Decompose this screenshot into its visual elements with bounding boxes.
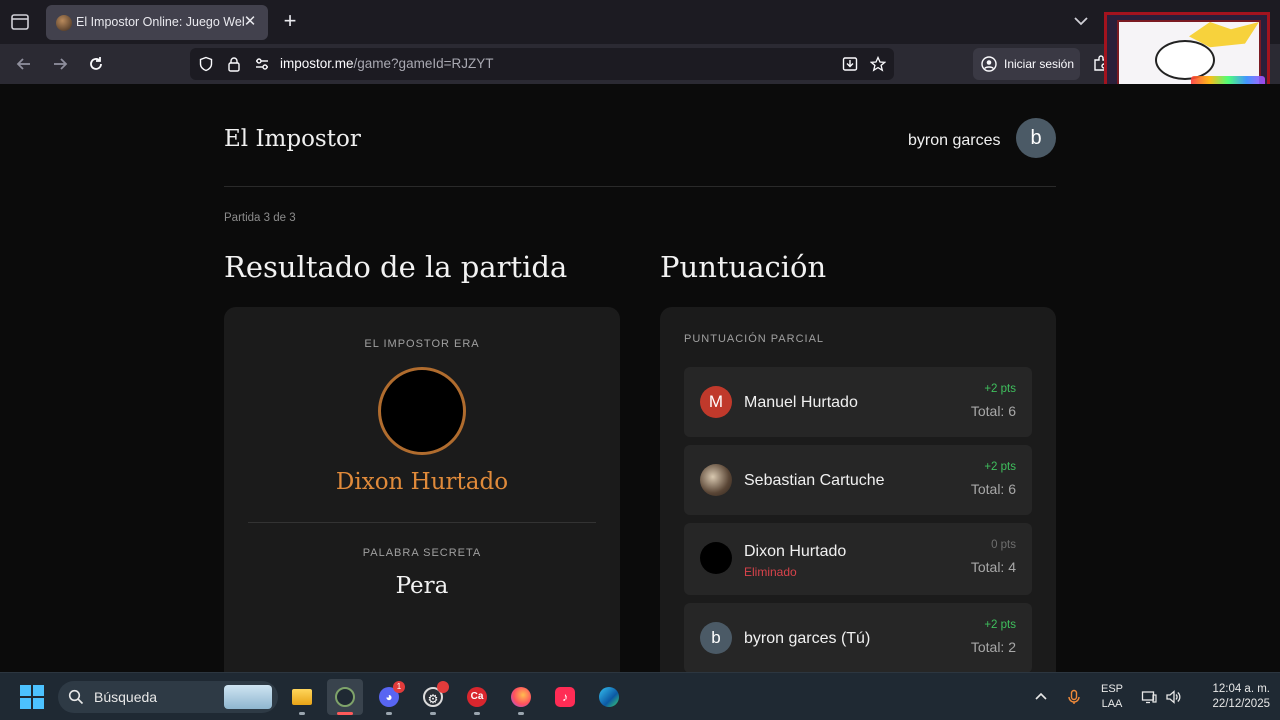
total-points: Total: 6 bbox=[970, 403, 1016, 419]
total-points: Total: 4 bbox=[970, 559, 1016, 575]
player-row: Dixon Hurtado Eliminado 0 pts Total: 4 bbox=[684, 523, 1032, 595]
input-language[interactable]: ESP LAA bbox=[1098, 682, 1126, 712]
site-title[interactable]: El Impostor bbox=[224, 126, 361, 152]
player-avatar-photo bbox=[700, 464, 732, 496]
score-heading: Puntuación bbox=[660, 250, 827, 284]
round-points: +2 pts bbox=[984, 383, 1016, 395]
search-icon bbox=[68, 689, 84, 705]
lang-layout: LAA bbox=[1101, 698, 1123, 710]
round-points: 0 pts bbox=[991, 539, 1016, 551]
reload-icon[interactable] bbox=[86, 54, 106, 74]
player-avatar: M bbox=[700, 386, 732, 418]
user-name: byron garces bbox=[908, 132, 1001, 149]
site-favicon-icon bbox=[56, 15, 72, 31]
install-app-icon[interactable] bbox=[842, 56, 858, 72]
player-row: Sebastian Cartuche +2 pts Total: 6 bbox=[684, 445, 1032, 515]
header-divider bbox=[224, 186, 1056, 187]
player-name: Sebastian Cartuche bbox=[744, 472, 885, 489]
back-arrow-icon[interactable] bbox=[14, 54, 34, 74]
steam-icon[interactable]: ⚙ bbox=[415, 679, 451, 715]
windows-taskbar: Búsqueda ◕ 1 ⚙ Ca ♪ ESP LAA 12:04 a. m. 22… bbox=[0, 672, 1280, 720]
url-domain: impostor.me bbox=[280, 56, 354, 71]
player-avatar-photo bbox=[700, 542, 732, 574]
lang-code: ESP bbox=[1100, 683, 1123, 695]
browser-app-icon[interactable] bbox=[327, 679, 363, 715]
account-icon bbox=[981, 56, 997, 72]
overlay-character-face bbox=[1155, 40, 1215, 80]
clock-date: 22/12/2025 bbox=[1212, 698, 1270, 710]
secret-word-label: PALABRA SECRETA bbox=[362, 547, 482, 559]
url-text: impostor.me/game?gameId=RJZYT bbox=[280, 56, 493, 71]
player-name: Dixon Hurtado bbox=[744, 543, 847, 560]
browser-tab-bar: El Impostor Online: Juego Web ✕ + bbox=[0, 0, 1280, 44]
result-card: EL IMPOSTOR ERA Dixon Hurtado PALABRA SE… bbox=[224, 307, 620, 672]
secret-word: Pera bbox=[395, 573, 449, 599]
new-tab-plus-icon[interactable]: + bbox=[279, 10, 301, 32]
result-divider bbox=[248, 522, 596, 523]
chevron-down-icon[interactable] bbox=[1072, 12, 1090, 30]
firefox-view-icon[interactable] bbox=[10, 12, 30, 32]
impostor-avatar bbox=[378, 367, 466, 455]
player-row: b byron garces (Tú) +2 pts Total: 2 bbox=[684, 603, 1032, 672]
search-highlight-image bbox=[224, 685, 272, 709]
partial-score-label: PUNTUACIÓN PARCIAL bbox=[684, 333, 825, 345]
windows-start-icon[interactable] bbox=[20, 685, 44, 709]
volume-icon[interactable] bbox=[1165, 689, 1181, 705]
forward-arrow-icon[interactable] bbox=[50, 54, 70, 74]
score-card: PUNTUACIÓN PARCIAL M Manuel Hurtado +2 p… bbox=[660, 307, 1056, 672]
player-row: M Manuel Hurtado +2 pts Total: 6 bbox=[684, 367, 1032, 437]
player-name: Manuel Hurtado bbox=[744, 394, 858, 411]
search-placeholder: Búsqueda bbox=[94, 689, 158, 705]
impostor-name: Dixon Hurtado bbox=[335, 469, 509, 495]
tiktok-icon[interactable]: ♪ bbox=[547, 679, 583, 715]
shield-icon[interactable] bbox=[198, 56, 214, 72]
address-bar[interactable]: impostor.me/game?gameId=RJZYT bbox=[190, 48, 894, 80]
browser-nav-bar: impostor.me/game?gameId=RJZYT Iniciar se… bbox=[0, 44, 1280, 84]
round-points: +2 pts bbox=[984, 619, 1016, 631]
system-clock[interactable]: 12:04 a. m. 22/12/2025 bbox=[1190, 682, 1270, 712]
microphone-icon[interactable] bbox=[1066, 689, 1082, 705]
taskbar-search-box[interactable]: Búsqueda bbox=[58, 681, 278, 713]
url-path: /game?gameId=RJZYT bbox=[353, 56, 494, 71]
eliminated-status: Eliminado bbox=[744, 565, 797, 579]
notification-dot bbox=[437, 681, 449, 693]
web-page: El Impostor byron garces b Partida 3 de … bbox=[0, 84, 1280, 672]
discord-badge: 1 bbox=[393, 681, 405, 693]
close-tab-icon[interactable]: ✕ bbox=[241, 13, 259, 31]
total-points: Total: 6 bbox=[970, 481, 1016, 497]
total-points: Total: 2 bbox=[970, 639, 1016, 655]
impostor-label: EL IMPOSTOR ERA bbox=[364, 338, 480, 350]
player-name: byron garces (Tú) bbox=[744, 630, 871, 647]
bookmark-star-icon[interactable] bbox=[870, 56, 886, 72]
network-icon[interactable] bbox=[1141, 689, 1157, 705]
discord-icon[interactable]: ◕ 1 bbox=[371, 679, 407, 715]
round-points: +2 pts bbox=[984, 461, 1016, 473]
lock-icon[interactable] bbox=[226, 56, 242, 72]
edge-icon[interactable] bbox=[591, 679, 627, 715]
file-explorer-icon[interactable] bbox=[284, 679, 320, 715]
user-avatar[interactable]: b bbox=[1016, 118, 1056, 158]
creative-app-icon[interactable]: Ca bbox=[459, 679, 495, 715]
firefox-icon[interactable] bbox=[503, 679, 539, 715]
clock-time: 12:04 a. m. bbox=[1212, 683, 1270, 695]
result-heading: Resultado de la partida bbox=[224, 250, 568, 284]
signin-button[interactable]: Iniciar sesión bbox=[973, 48, 1080, 80]
active-tab[interactable]: El Impostor Online: Juego Web ✕ bbox=[46, 5, 268, 40]
signin-label: Iniciar sesión bbox=[1004, 57, 1075, 71]
chevron-up-icon[interactable] bbox=[1033, 689, 1049, 705]
tab-title: El Impostor Online: Juego Web bbox=[76, 15, 244, 29]
player-avatar: b bbox=[700, 622, 732, 654]
round-counter: Partida 3 de 3 bbox=[224, 212, 296, 224]
site-permissions-icon[interactable] bbox=[254, 56, 270, 72]
